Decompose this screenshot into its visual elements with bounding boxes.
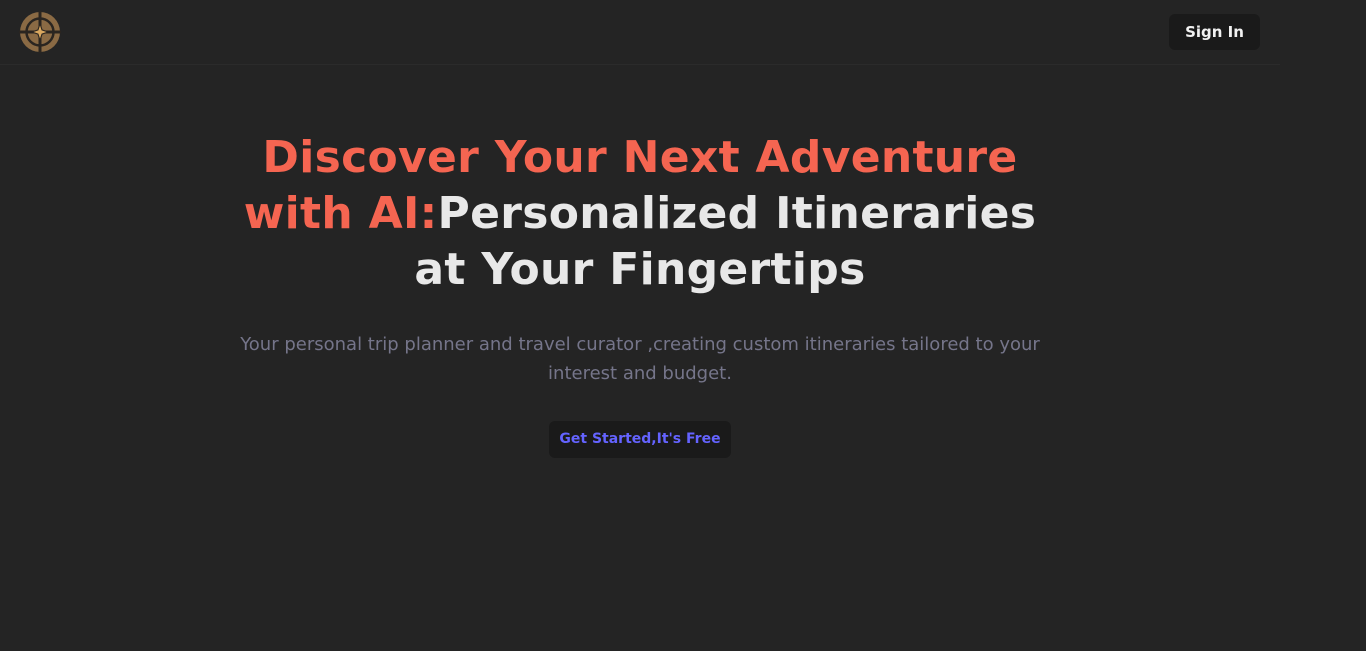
hero-subtext: Your personal trip planner and travel cu…: [240, 334, 1040, 384]
sign-in-button[interactable]: Sign In: [1169, 14, 1260, 50]
compass-star-icon[interactable]: [19, 11, 61, 53]
site-header: Sign In: [0, 0, 1280, 65]
hero-section: Discover Your Next Adventure with AI:Per…: [240, 130, 1040, 298]
get-started-button[interactable]: Get Started,It's Free: [549, 421, 731, 458]
headline-rest: Personalized Itineraries at Your Fingert…: [414, 188, 1037, 295]
hero-headline: Discover Your Next Adventure with AI:Per…: [240, 130, 1040, 298]
